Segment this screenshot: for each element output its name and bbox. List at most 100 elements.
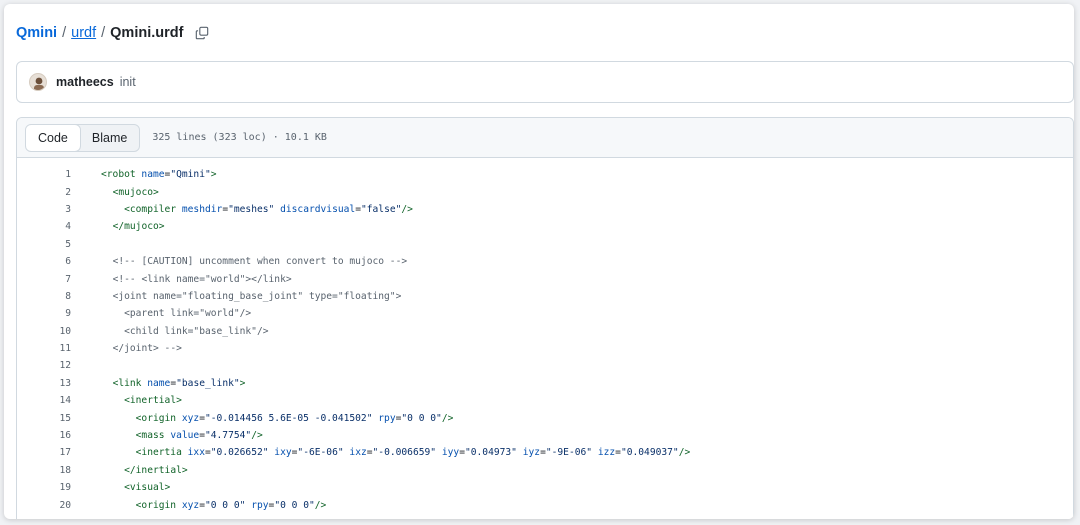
line-number[interactable]: 1 (17, 169, 71, 180)
line-code: <mujoco> (71, 187, 159, 198)
line-code: </mujoco> (71, 221, 165, 232)
code-token: "meshes" (228, 203, 275, 215)
code-line: 13 <link name="base_link"> (17, 375, 1073, 392)
code-token: <joint name="floating_base_joint" type="… (112, 290, 402, 302)
code-token: meshdir (176, 203, 223, 215)
file-info: 325 lines (323 loc) · 10.1 KB (152, 132, 327, 143)
code-token: rpy (372, 412, 396, 424)
commit-author[interactable]: matheecs (56, 75, 114, 89)
code-token: discardvisual (274, 203, 356, 215)
line-number[interactable]: 18 (17, 465, 71, 476)
code-token: </joint> --> (112, 343, 182, 355)
code-token: /> (314, 499, 327, 511)
line-code: <joint name="floating_base_joint" type="… (71, 290, 402, 302)
tab-blame[interactable]: Blame (80, 125, 139, 151)
code-toolbar: Code Blame 325 lines (323 loc) · 10.1 KB (17, 118, 1073, 158)
line-number[interactable]: 13 (17, 378, 71, 389)
code-token: "0 0 0" (401, 412, 442, 424)
code-token: ixy (268, 447, 292, 459)
line-number[interactable]: 16 (17, 430, 71, 441)
code-token: "0.04973" (464, 447, 517, 459)
code-token: "0.049037" (620, 447, 679, 459)
code-line: 3 <compiler meshdir="meshes" discardvisu… (17, 201, 1073, 218)
line-number[interactable]: 5 (17, 239, 71, 250)
line-number[interactable]: 20 (17, 500, 71, 511)
code-line: 15 <origin xyz="-0.014456 5.6E-05 -0.041… (17, 409, 1073, 426)
line-number[interactable]: 3 (17, 204, 71, 215)
code-token: ixx (181, 447, 205, 459)
code-token: </mujoco> (112, 221, 165, 233)
code-line: 1 <robot name="Qmini"> (17, 166, 1073, 183)
code-token: <compiler (124, 203, 177, 215)
code-line: 11 </joint> --> (17, 340, 1073, 357)
line-code: <inertia ixx="0.026652" ixy="-6E-06" ixz… (71, 447, 691, 459)
line-number[interactable]: 2 (17, 187, 71, 198)
line-number[interactable]: 6 (17, 256, 71, 267)
line-number[interactable]: 4 (17, 221, 71, 232)
line-number[interactable]: 15 (17, 413, 71, 424)
tab-code[interactable]: Code (26, 124, 81, 151)
code-token: name (141, 377, 171, 389)
code-token: "base_link" (176, 377, 240, 389)
line-code: <!-- [CAUTION] uncomment when convert to… (71, 256, 408, 267)
code-token: "0.026652" (210, 447, 269, 459)
line-code: <compiler meshdir="meshes" discardvisual… (71, 204, 413, 215)
code-token: value (164, 430, 200, 442)
line-number[interactable]: 19 (17, 482, 71, 493)
line-code: <child link="base_link"/> (71, 325, 269, 337)
breadcrumb-separator: / (101, 25, 106, 41)
line-code: <inertial> (71, 395, 182, 406)
line-code: <visual> (71, 482, 170, 493)
breadcrumb-repo-link[interactable]: Qmini (16, 25, 57, 41)
line-code: <!-- <link name="world"></link> (71, 274, 292, 285)
code-token: > (239, 377, 246, 389)
code-token: <inertia (135, 447, 182, 459)
breadcrumb: Qmini / urdf / Qmini.urdf (16, 23, 211, 43)
code-line: 2 <mujoco> (17, 183, 1073, 200)
breadcrumb-dir-link[interactable]: urdf (71, 25, 96, 41)
code-token: <child link="base_link"/> (124, 325, 269, 337)
line-code: <parent link="world"/> (71, 308, 251, 319)
code-token: "0 0 0" (204, 499, 246, 511)
line-code: </joint> --> (71, 343, 182, 354)
code-line: 20 <origin xyz="0 0 0" rpy="0 0 0"/> (17, 496, 1073, 513)
line-number[interactable]: 7 (17, 274, 71, 285)
line-number[interactable]: 12 (17, 360, 71, 371)
code-line: 7 <!-- <link name="world"></link> (17, 270, 1073, 287)
code-line: 19 <visual> (17, 479, 1073, 496)
line-number[interactable]: 9 (17, 308, 71, 319)
code-token: "-9E-06" (545, 447, 593, 459)
code-token: /> (678, 447, 691, 459)
code-token: <origin (135, 412, 177, 424)
code-token: <visual> (124, 482, 171, 494)
breadcrumb-separator: / (62, 25, 67, 41)
file-view-window: Qmini / urdf / Qmini.urdf matheecs init … (4, 4, 1074, 519)
code-token: <inertial> (124, 395, 182, 407)
code-token: izz (592, 447, 616, 459)
view-mode-toggle: Code Blame (25, 123, 141, 152)
line-code: <origin xyz="-0.014456 5.6E-05 -0.041502… (71, 412, 454, 424)
line-number[interactable]: 8 (17, 291, 71, 302)
code-token: /> (441, 412, 454, 424)
code-token: > (210, 169, 217, 181)
code-line: 5 (17, 236, 1073, 253)
code-line: 16 <mass value="4.7754"/> (17, 427, 1073, 444)
copy-path-button[interactable] (193, 24, 211, 42)
code-token: /> (401, 203, 413, 215)
code-token: "-0.006659" (372, 447, 437, 459)
line-number[interactable]: 14 (17, 395, 71, 406)
line-code: <robot name="Qmini"> (71, 169, 217, 180)
code-line: 17 <inertia ixx="0.026652" ixy="-6E-06" … (17, 444, 1073, 461)
user-avatar-icon[interactable] (29, 73, 47, 91)
line-number[interactable]: 11 (17, 343, 71, 354)
code-viewer: Code Blame 325 lines (323 loc) · 10.1 KB… (16, 117, 1074, 519)
code-token: xyz (176, 499, 200, 511)
code-token: <mujoco> (112, 186, 159, 198)
code-token: "4.7754" (204, 430, 252, 442)
line-number[interactable]: 10 (17, 326, 71, 337)
line-number[interactable]: 17 (17, 447, 71, 458)
code-line: 6 <!-- [CAUTION] uncomment when convert … (17, 253, 1073, 270)
code-token: </inertial> (124, 464, 188, 476)
code-token: <origin (135, 499, 177, 511)
commit-message[interactable]: init (120, 75, 136, 89)
